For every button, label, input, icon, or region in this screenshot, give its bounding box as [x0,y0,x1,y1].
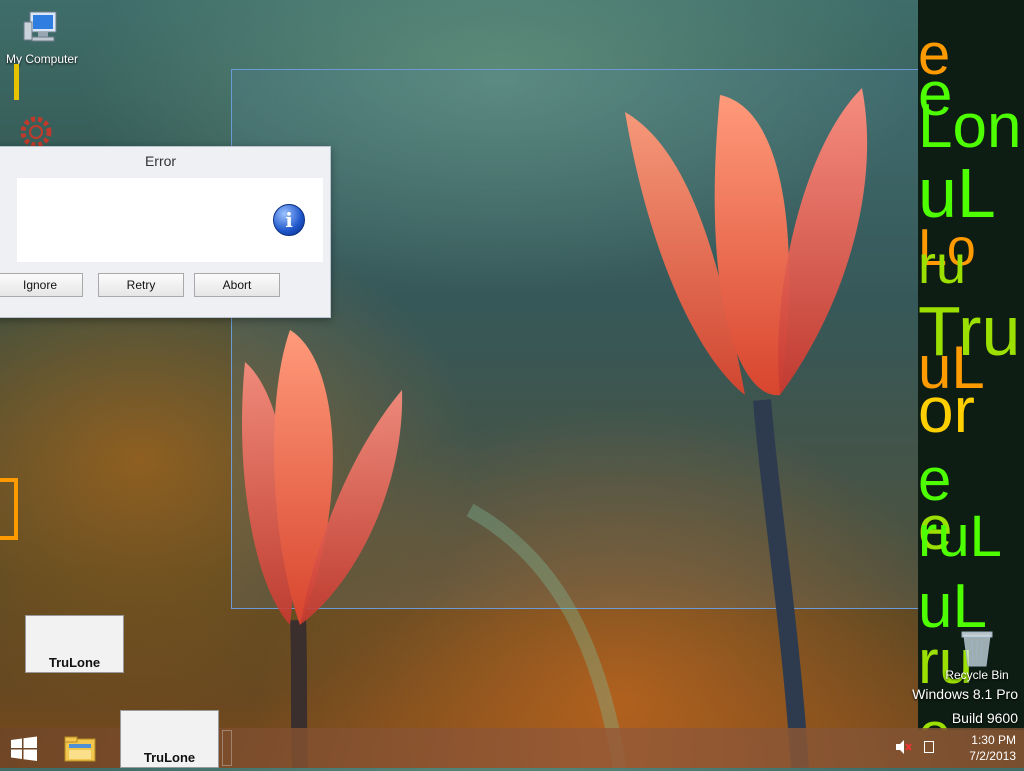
trulone-taskbar-window[interactable]: TruLone [120,710,219,768]
folder-icon [64,736,96,762]
windows-build-watermark: Build 9600 [951,710,1018,726]
tru-word: or [918,374,975,446]
recycle-bin-label: Recycle Bin [945,668,1009,682]
windows-start-button[interactable] [8,736,40,762]
system-clock[interactable]: 1:30 PM 7/2/2013 [969,732,1016,764]
clock-time: 1:30 PM [971,733,1016,747]
taskbar-divider [222,730,232,766]
tulip-wallpaper-art [242,88,868,768]
speaker-muted-icon[interactable] [894,738,912,756]
recycle-bin-desktop-icon[interactable]: Recycle Bin [942,628,1012,682]
tru-word: Lon [918,92,1022,161]
trulone-window-label: TruLone [48,655,101,670]
clock-date: 7/2/2013 [969,749,1016,763]
tru-word: ru [918,235,967,295]
retry-button[interactable]: Retry [98,273,184,297]
ignore-button[interactable]: Ignore [0,273,83,297]
abort-button[interactable]: Abort [194,273,280,297]
tru-word: uL [918,154,996,232]
trulone-text-column: e e Lon uL Lo ru Tru uL or e e ruL uL ru… [918,0,1024,730]
error-dialog[interactable]: Error i Ignore Retry Abort [0,146,331,318]
tru-word: ruL [918,504,1002,569]
action-center-icon[interactable] [924,741,934,753]
dialog-title: Error [144,153,177,169]
dialog-message-area: i [17,178,323,262]
recycle-bin-icon [960,628,994,668]
info-icon: i [273,204,305,236]
tru-word: e [918,704,951,731]
windows-edition-watermark: Windows 8.1 Pro [912,686,1018,702]
trulone-window-small[interactable]: TruLone [25,615,124,673]
trulone-taskbar-label: TruLone [143,750,196,765]
system-tray: 1:30 PM 7/2/2013 [894,728,1024,768]
file-explorer-taskbar-button[interactable] [60,732,100,766]
